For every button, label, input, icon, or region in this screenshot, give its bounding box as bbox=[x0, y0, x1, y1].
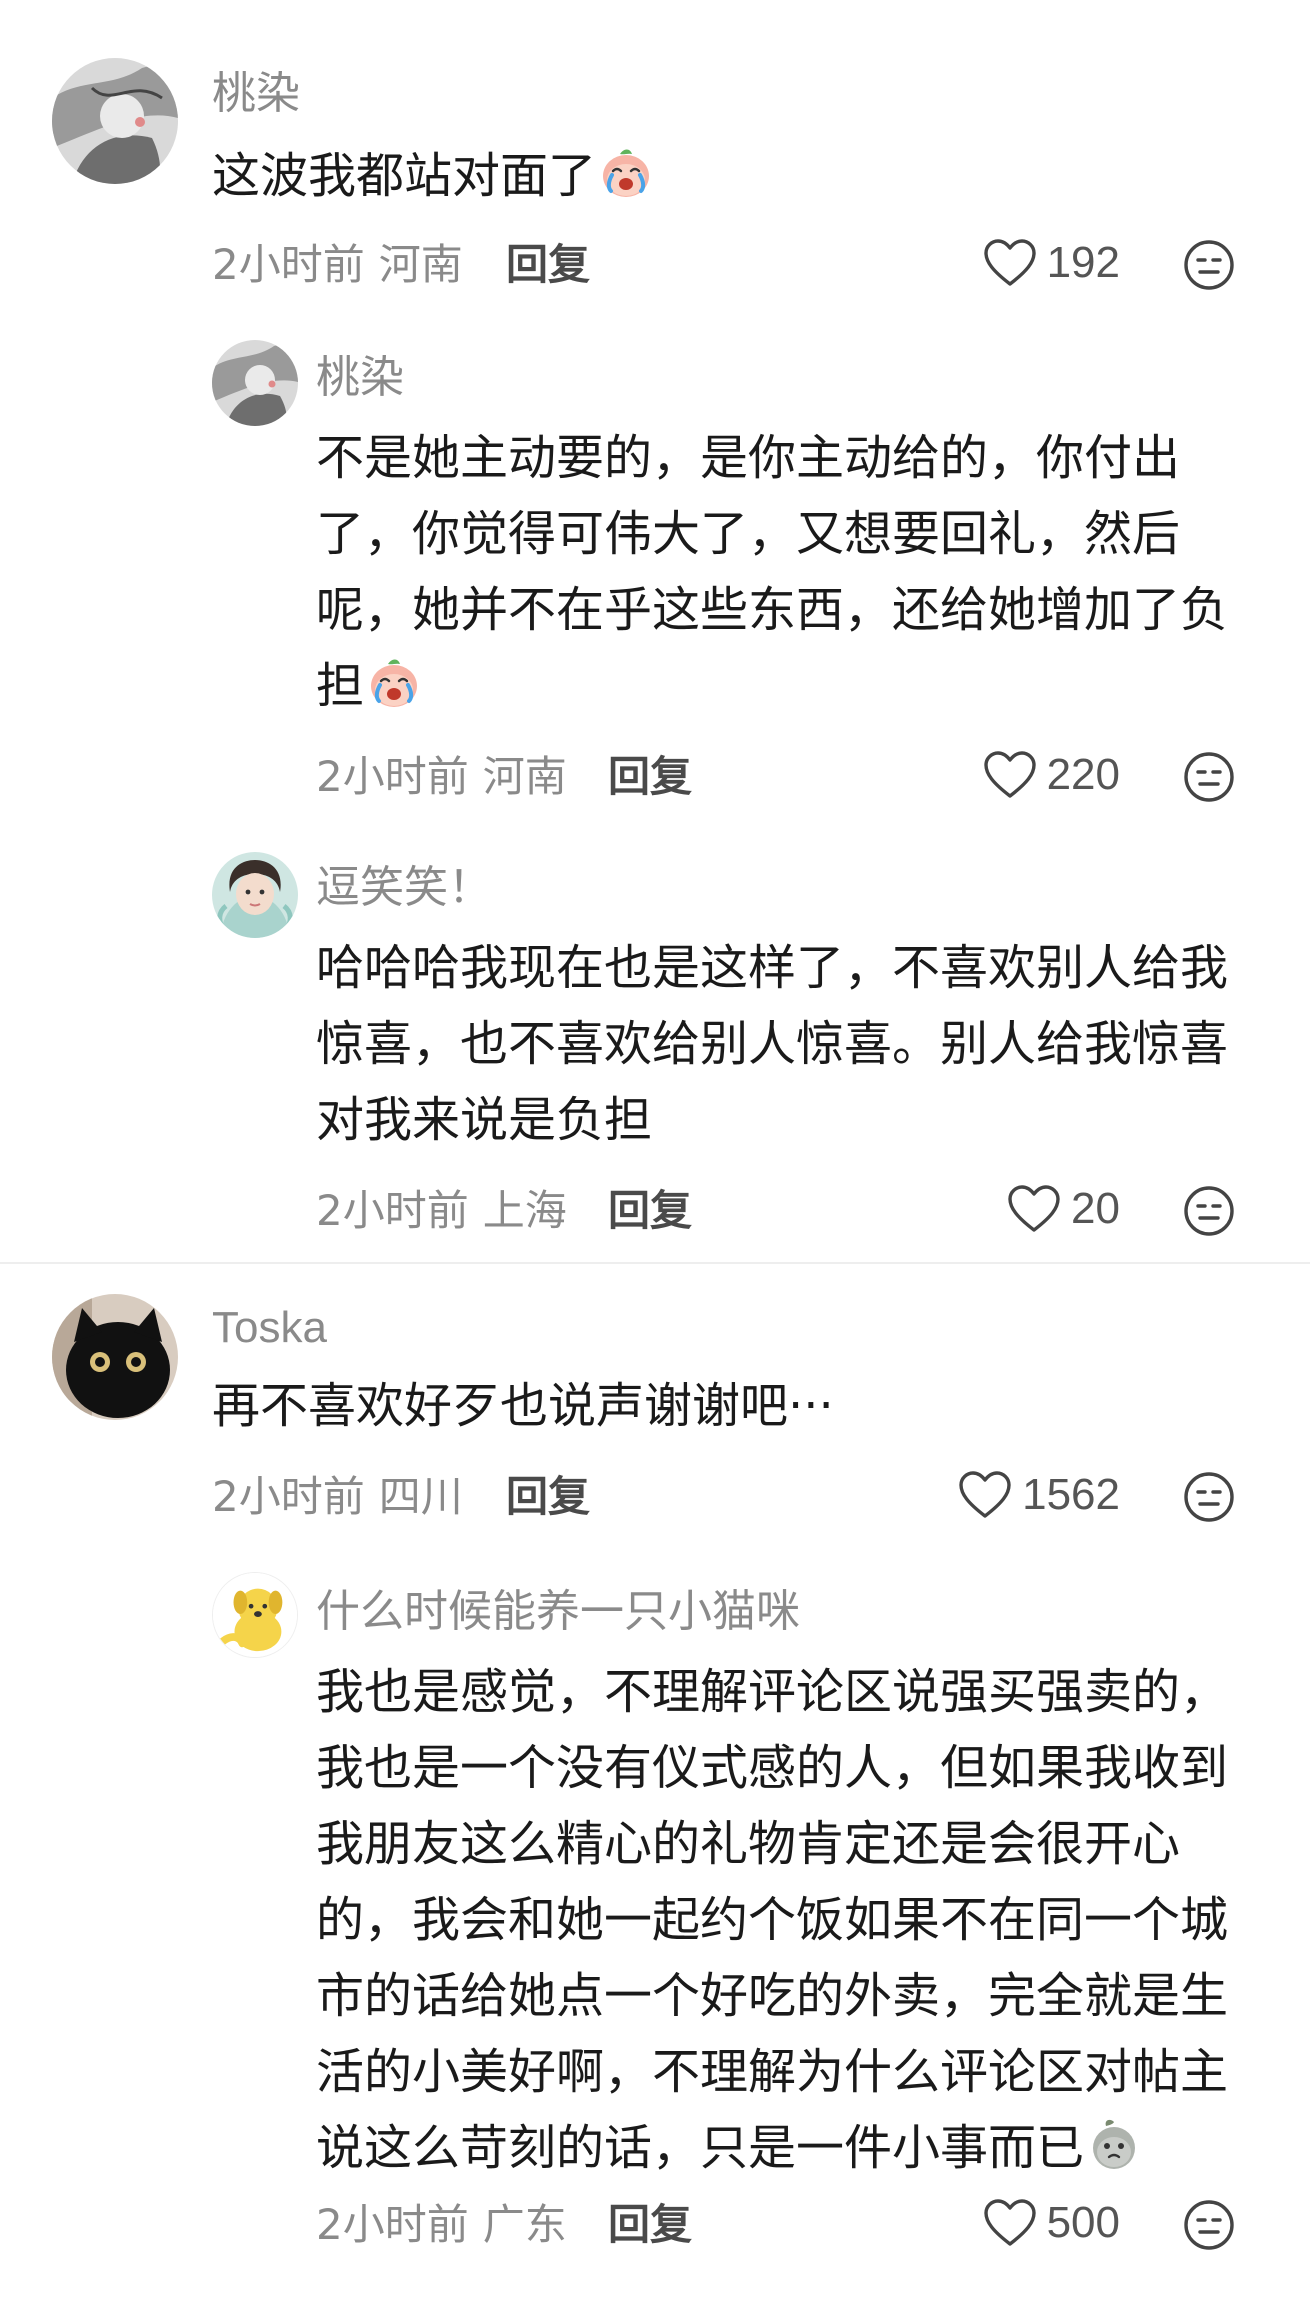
reply-button[interactable]: 回复 bbox=[506, 1476, 590, 1518]
dislike-button[interactable] bbox=[1182, 750, 1236, 804]
like-count: 220 bbox=[1046, 750, 1120, 799]
comment-text-line: 不是她主动要的，是你主动给的，你付出 bbox=[316, 430, 1181, 486]
timestamp: 2小时前 bbox=[212, 1472, 365, 1521]
comment-text-line: 呢，她并不在乎这些东西，还给她增加了负 bbox=[316, 582, 1229, 638]
location: 河南 bbox=[482, 752, 567, 801]
location: 广东 bbox=[482, 2200, 567, 2249]
dislike-face-icon bbox=[1182, 238, 1236, 292]
username[interactable]: 逗笑笑！ bbox=[316, 866, 492, 910]
dislike-button[interactable] bbox=[1182, 238, 1236, 292]
comment-text: 不是她主动要的，是你主动给的，你付出 了，你觉得可伟大了，又想要回礼，然后 呢，… bbox=[316, 420, 1228, 724]
crying-laughing-peach-icon bbox=[598, 144, 654, 200]
comment-meta: 2小时前 四川 bbox=[212, 1476, 463, 1518]
comment-text: 我也是感觉，不理解评论区说强买强卖的， 我也是一个没有仪式感的人，但如果我收到 … bbox=[316, 1654, 1228, 2186]
location: 四川 bbox=[378, 1472, 463, 1521]
sad-sprout-icon bbox=[1086, 2116, 1142, 2172]
comment-text-line: 哈哈哈我现在也是这样了，不喜欢别人给我 bbox=[316, 940, 1229, 996]
comment-meta: 2小时前 广东 bbox=[316, 2204, 567, 2246]
comment-meta: 2小时前 上海 bbox=[316, 1190, 567, 1232]
username[interactable]: 桃染 bbox=[212, 72, 300, 116]
like-button[interactable]: 220 bbox=[983, 750, 1120, 800]
avatar[interactable] bbox=[52, 1294, 178, 1420]
reply-button[interactable]: 回复 bbox=[608, 756, 692, 798]
comment-thread: 桃染 这波我都站对面了 2小时前 河南 回复 192 桃染 不是她主动要的，是你主… bbox=[0, 0, 1310, 1264]
like-count: 20 bbox=[1071, 1184, 1120, 1233]
like-button[interactable]: 1562 bbox=[958, 1470, 1120, 1520]
heart-icon bbox=[983, 238, 1037, 288]
comment-text-line: 的，我会和她一起约个饭如果不在同一个城 bbox=[316, 1892, 1229, 1948]
comment-text: 这波我都站对面了 bbox=[212, 138, 654, 214]
comment-text-line: 惊喜，也不喜欢给别人惊喜。别人给我惊喜 bbox=[316, 1016, 1229, 1072]
like-count: 1562 bbox=[1022, 1470, 1120, 1519]
avatar[interactable] bbox=[212, 852, 298, 938]
dislike-face-icon bbox=[1182, 1184, 1236, 1238]
location: 上海 bbox=[482, 1186, 567, 1235]
like-button[interactable]: 500 bbox=[983, 2198, 1120, 2248]
reply-button[interactable]: 回复 bbox=[608, 1190, 692, 1232]
dislike-button[interactable] bbox=[1182, 1470, 1236, 1524]
avatar[interactable] bbox=[212, 340, 298, 426]
like-button[interactable]: 20 bbox=[1007, 1184, 1120, 1234]
reply-button[interactable]: 回复 bbox=[506, 244, 590, 286]
heart-icon bbox=[983, 2198, 1037, 2248]
comment-text-line: 了，你觉得可伟大了，又想要回礼，然后 bbox=[316, 506, 1181, 562]
timestamp: 2小时前 bbox=[316, 752, 469, 801]
dislike-face-icon bbox=[1182, 750, 1236, 804]
dislike-face-icon bbox=[1182, 1470, 1236, 1524]
heart-icon bbox=[1007, 1184, 1061, 1234]
username[interactable]: 什么时候能养一只小猫咪 bbox=[316, 1590, 800, 1634]
comment-text-line: 市的话给她点一个好吃的外卖，完全就是生 bbox=[316, 1968, 1229, 2024]
avatar[interactable] bbox=[52, 58, 178, 184]
avatar[interactable] bbox=[212, 1572, 298, 1658]
username[interactable]: 桃染 bbox=[316, 356, 404, 400]
comment-text-line: 担 bbox=[316, 658, 365, 714]
username[interactable]: Toska bbox=[212, 1306, 327, 1350]
comment-text-line: 这波我都站对面了 bbox=[212, 148, 597, 204]
comment-text-line: 我朋友这么精心的礼物肯定还是会很开心 bbox=[316, 1816, 1181, 1872]
like-count: 500 bbox=[1046, 2198, 1120, 2247]
comment-meta: 2小时前 河南 bbox=[316, 756, 567, 798]
like-button[interactable]: 192 bbox=[983, 238, 1120, 288]
comment-text-line: 我也是一个没有仪式感的人，但如果我收到 bbox=[316, 1740, 1229, 1796]
comment-text-line: 再不喜欢好歹也说声谢谢吧··· bbox=[212, 1378, 834, 1434]
dislike-button[interactable] bbox=[1182, 1184, 1236, 1238]
comment-text-line: 对我来说是负担 bbox=[316, 1092, 653, 1148]
location: 河南 bbox=[378, 240, 463, 289]
comment-text-line: 说这么苛刻的话，只是一件小事而已 bbox=[316, 2120, 1085, 2176]
comment-meta: 2小时前 河南 bbox=[212, 244, 463, 286]
comment-text-line: 我也是感觉，不理解评论区说强买强卖的， bbox=[316, 1664, 1229, 1720]
dislike-button[interactable] bbox=[1182, 2198, 1236, 2252]
comment-text: 哈哈哈我现在也是这样了，不喜欢别人给我 惊喜，也不喜欢给别人惊喜。别人给我惊喜 … bbox=[316, 930, 1228, 1158]
comment-thread: Toska 再不喜欢好歹也说声谢谢吧··· 2小时前 四川 回复 1562 什么时… bbox=[0, 1264, 1310, 2304]
crying-laughing-peach-icon bbox=[366, 654, 422, 710]
like-count: 192 bbox=[1046, 238, 1120, 287]
reply-button[interactable]: 回复 bbox=[608, 2204, 692, 2246]
dislike-face-icon bbox=[1182, 2198, 1236, 2252]
timestamp: 2小时前 bbox=[212, 240, 365, 289]
comment-text-line: 活的小美好啊，不理解为什么评论区对帖主 bbox=[316, 2044, 1229, 2100]
timestamp: 2小时前 bbox=[316, 2200, 469, 2249]
comment-text: 再不喜欢好歹也说声谢谢吧··· bbox=[212, 1368, 834, 1444]
heart-icon bbox=[958, 1470, 1012, 1520]
heart-icon bbox=[983, 750, 1037, 800]
timestamp: 2小时前 bbox=[316, 1186, 469, 1235]
